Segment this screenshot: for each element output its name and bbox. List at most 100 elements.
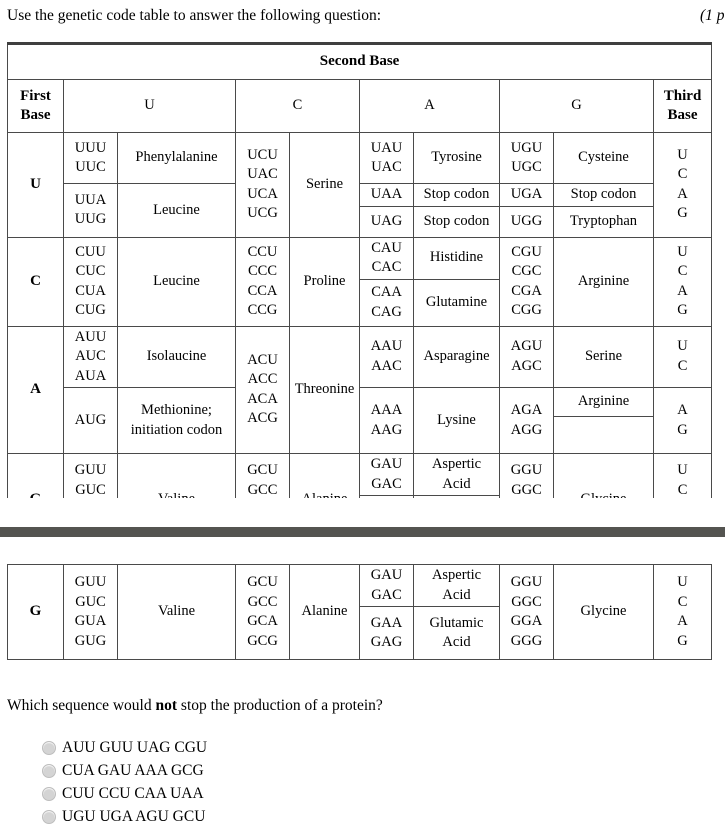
- question-prefix: Which sequence would: [7, 697, 156, 714]
- amino-cell-empty: [553, 416, 654, 454]
- second-base-col-g: G: [499, 79, 654, 133]
- table-title-row: Second Base: [6, 42, 713, 80]
- amino-cell: Threonine: [289, 325, 360, 454]
- codon-cell: GUU GUC GUA GUG: [63, 453, 118, 498]
- codon-cell: AUU AUC AUA: [63, 325, 118, 388]
- codon-cell: AGU AGC: [499, 325, 554, 388]
- amino-cell: Serine: [553, 325, 654, 388]
- table-header-row: First Base U C A G Third Base: [7, 79, 713, 133]
- genetic-code-table-continued: G GUU GUC GUA GUG Valine GCU GCC GCA GCG…: [7, 562, 713, 660]
- codon-cell: GGU GGC GGA GGG: [499, 564, 554, 660]
- third-base-c: U C A G: [652, 236, 713, 327]
- first-base-u: U: [7, 132, 64, 238]
- codon-cell: GAU GAC: [359, 453, 414, 496]
- codon-cell: UGU UGC: [499, 132, 554, 184]
- radio-button-icon[interactable]: [42, 740, 56, 755]
- third-base-g: U C A G: [652, 564, 713, 660]
- amino-cell: Methionine; initiation codon: [117, 387, 236, 454]
- amino-cell: Proline: [289, 236, 360, 327]
- table-row-a-2: AUG Methionine; initiation codon AAA AAG…: [8, 387, 713, 454]
- amino-cell: Stop codon: [413, 205, 500, 238]
- amino-cell: Glutamic Acid: [413, 606, 500, 660]
- codon-cell: AGA AGG: [499, 387, 554, 454]
- genetic-code-table-lower: G GUU GUC GUA GUG Valine GCU GCC GCA GCG…: [0, 562, 725, 684]
- amino-cell: Glutamine: [413, 278, 500, 327]
- radio-button-icon[interactable]: [42, 809, 56, 824]
- instruction-text: Use the genetic code table to answer the…: [7, 7, 382, 24]
- amino-cell: Arginine: [553, 236, 654, 327]
- codon-cell: UGA: [499, 183, 554, 207]
- second-base-col-c: C: [235, 79, 360, 133]
- amino-cell: Histidine: [413, 236, 500, 280]
- first-base-header: First Base: [7, 79, 64, 133]
- second-base-col-a: A: [359, 79, 500, 133]
- codon-cell: GGU GGC GGA GGG: [499, 453, 554, 498]
- codon-cell: GAA GAG: [359, 606, 414, 660]
- amino-cell: Phenylalanine: [117, 132, 236, 184]
- amino-cell: Glycine: [553, 564, 654, 660]
- amino-cell: Isolaucine: [117, 325, 236, 388]
- codon-cell: GCU GCC GCA GCG: [235, 564, 290, 660]
- first-base-a: A: [7, 325, 64, 454]
- amino-cell: Tryptophan: [553, 205, 654, 238]
- amino-cell: Valine: [117, 453, 236, 498]
- answer-option-2[interactable]: CUA GAU AAA GCG: [42, 759, 442, 782]
- codon-cell: GAU GAC: [359, 564, 414, 607]
- third-base-u: U C A G: [652, 132, 713, 238]
- question-suffix: stop the production of a protein?: [177, 697, 383, 714]
- points-label: (1 p: [700, 7, 725, 24]
- codon-cell: GCU GCC GCA GCG: [235, 453, 290, 498]
- amino-cell: Glutamic Acid: [413, 495, 500, 498]
- amino-cell: Glycine: [553, 453, 654, 498]
- answer-option-label: CUU CCU CAA UAA: [62, 784, 204, 802]
- first-base-g: G: [7, 453, 64, 498]
- codon-cell: CGU CGC CGA CGG: [499, 236, 554, 327]
- amino-cell: Serine: [289, 132, 360, 238]
- codon-cell: CAU CAC: [359, 236, 414, 280]
- table-row-u-1: U UUU UUC Phenylalanine UCU UAC UCA UCG …: [7, 132, 713, 238]
- answer-option-label: UGU UGA AGU GCU: [62, 807, 206, 825]
- answer-option-label: CUA GAU AAA GCG: [62, 761, 204, 779]
- codon-cell: UAA: [359, 183, 414, 207]
- question-prompt: Which sequence would not stop the produc…: [7, 696, 383, 716]
- answer-option-1[interactable]: AUU GUU UAG CGU: [42, 736, 442, 759]
- table-row-a-1: A AUU AUC AUA Isolaucine ACU ACC ACA ACG…: [7, 325, 713, 454]
- table-row-u-2: UUA UUG Leucine UAA Stop codon UGA Stop …: [8, 183, 712, 238]
- amino-cell: Leucine: [117, 183, 236, 238]
- codon-cell: UAG: [359, 205, 414, 238]
- amino-cell: Aspertic Acid: [413, 453, 500, 496]
- amino-cell: Tyrosine: [413, 132, 500, 184]
- codon-cell: AUG: [63, 387, 118, 454]
- intro-row: Use the genetic code table to answer the…: [0, 0, 725, 38]
- codon-cell: UUU UUC: [63, 132, 118, 184]
- genetic-code-table-upper: Second Base First Base U C A G Third Bas…: [0, 42, 725, 498]
- table-row-g-1: G GUU GUC GUA GUG Valine GCU GCC GCA GCG…: [7, 453, 713, 498]
- amino-cell: Alanine: [289, 564, 360, 660]
- codon-cell: UAU UAC: [359, 132, 414, 184]
- amino-cell: Asparagine: [413, 325, 500, 388]
- codon-cell: AAA AAG: [359, 387, 414, 454]
- question-emphasis: not: [155, 697, 178, 714]
- codon-cell: CAA CAG: [359, 278, 414, 327]
- third-base-g: U C A G: [652, 453, 713, 498]
- amino-cell: Aspertic Acid: [413, 564, 500, 607]
- codon-cell: CUU CUC CUA CUG: [63, 236, 118, 327]
- amino-cell: Cysteine: [553, 132, 654, 184]
- codon-cell: GUU GUC GUA GUG: [63, 564, 118, 660]
- answer-option-4[interactable]: UGU UGA AGU GCU: [42, 805, 442, 828]
- amino-cell: Valine: [117, 564, 236, 660]
- radio-button-icon[interactable]: [42, 763, 56, 778]
- amino-cell: Lysine: [413, 387, 500, 454]
- answer-options: AUU GUU UAG CGU CUA GAU AAA GCG CUU CCU …: [42, 736, 442, 828]
- codon-cell: UGG: [499, 205, 554, 238]
- second-base-title: Second Base: [6, 42, 713, 80]
- codon-cell: UCU UAC UCA UCG: [235, 132, 290, 238]
- codon-cell: CCU CCC CCA CCG: [235, 236, 290, 327]
- answer-option-3[interactable]: CUU CCU CAA UAA: [42, 782, 442, 805]
- codon-cell: UUA UUG: [63, 183, 118, 238]
- radio-button-icon[interactable]: [42, 786, 56, 801]
- answer-option-label: AUU GUU UAG CGU: [62, 738, 208, 756]
- codon-cell: GAA GAG: [359, 495, 414, 498]
- amino-cell: Leucine: [117, 236, 236, 327]
- third-base-a-bottom: A G: [652, 387, 713, 454]
